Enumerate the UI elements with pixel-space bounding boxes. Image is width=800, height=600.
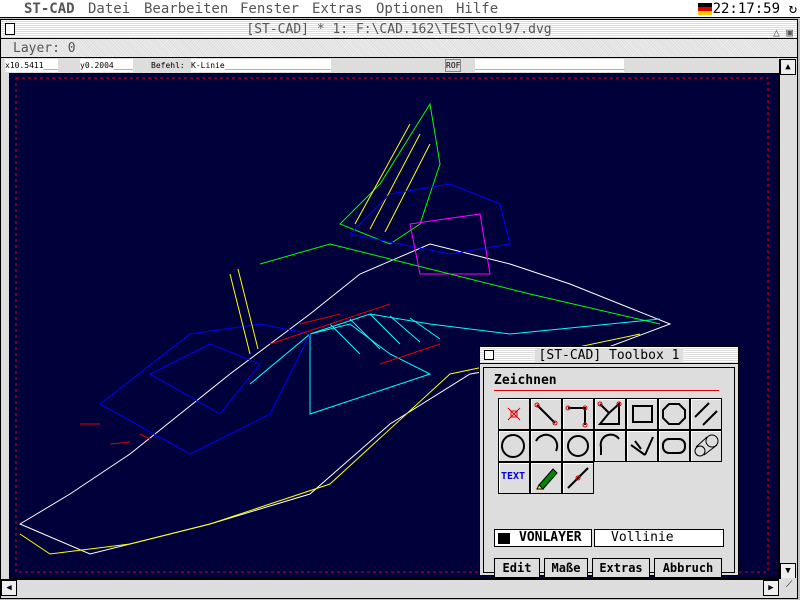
scroll-down-button[interactable]: ▼ [780,563,796,579]
tool-text[interactable]: TEXT [498,462,530,494]
section-divider [494,390,719,391]
menu-hilfe[interactable]: Hilfe [456,0,498,18]
color-value: VONLAYER [519,530,582,545]
masse-button[interactable]: Maße [544,558,588,578]
scroll-left-button[interactable]: ◀ [1,580,17,596]
tool-polygon-lines[interactable] [594,398,626,430]
tool-polyline[interactable] [562,398,594,430]
scroll-up-button[interactable]: ▲ [780,59,796,75]
tool-polygon[interactable] [658,398,690,430]
toolbox-titlebar[interactable]: [ST-CAD] Toolbox 1 [480,347,738,364]
fullsize-icon[interactable]: △ ▣ [773,23,793,42]
menu-datei[interactable]: Datei [88,0,130,18]
window-titlebar[interactable]: [ST-CAD] * 1: F:\CAD.162\TEST\col97.dvg … [1,20,797,39]
color-swatch [498,533,510,544]
text-tool-label: TEXT [501,471,525,482]
status-field[interactable]: _______________________________ [475,59,624,72]
clock: 22:17:59 [713,0,780,18]
line-properties: VONLAYER Vollinie [494,529,724,547]
tool-arc[interactable] [530,430,562,462]
tool-tangent[interactable] [626,430,658,462]
color-selector[interactable]: VONLAYER [494,529,592,547]
abbruch-button[interactable]: Abbruch [654,558,722,578]
close-box[interactable] [5,23,15,35]
toolbox-close-box[interactable] [484,350,494,360]
tool-circle[interactable] [498,430,530,462]
tool-line[interactable] [530,398,562,430]
tool-rounded-rectangle[interactable] [658,430,690,462]
command-label: Befehl: [151,59,185,72]
tool-rectangle[interactable] [626,398,658,430]
edit-button[interactable]: Edit [494,558,540,578]
menu-extras[interactable]: Extras [312,0,363,18]
linetype-selector[interactable]: Vollinie [594,529,724,547]
flag-icon[interactable] [698,3,712,15]
tool-point[interactable] [498,398,530,430]
vertical-scrollbar[interactable]: ▲ ▼ [779,59,797,579]
layer-label: Layer: 0 [1,39,797,58]
status-line: x10.5411___ y0.2004____ Befehl: K-Linie_… [5,59,765,72]
tool-grid: TEXT [498,398,722,494]
window-title: [ST-CAD] * 1: F:\CAD.162\TEST\col97.dvg [246,22,551,37]
extras-button[interactable]: Extras [592,558,650,578]
menu-app[interactable]: ST-CAD [24,0,75,18]
linetype-value: Vollinie [611,530,674,545]
scroll-right-button[interactable]: ▶ [763,580,779,596]
toolbox-window: [ST-CAD] Toolbox 1 Zeichnen TEXT VONLAYE… [479,346,739,576]
tool-belt-tangent[interactable] [690,430,722,462]
sync-icon[interactable]: ↻ [789,0,797,18]
horizontal-scrollbar[interactable]: ◀ ▶ [1,579,779,597]
tool-freehand[interactable] [530,462,562,494]
resize-grip-icon[interactable]: ⟋ [781,578,797,594]
toolbox-title: [ST-CAD] Toolbox 1 [535,348,684,363]
menubar: ST-CAD Datei Bearbeiten Fenster Extras O… [0,0,800,18]
rof-button[interactable]: ROF [445,59,461,72]
command-input[interactable]: K-Linie______________________ [191,59,331,72]
tool-arc-3-points[interactable] [594,430,626,462]
y-coord: y0.2004____ [80,59,133,72]
tool-circle-3-points[interactable] [562,430,594,462]
menu-optionen[interactable]: Optionen [376,0,443,18]
section-title: Zeichnen [494,373,557,388]
toolbox-panel: Zeichnen TEXT VONLAYER Vollinie Edit [483,367,735,573]
x-coord: x10.5411___ [5,59,58,72]
menu-bearbeiten[interactable]: Bearbeiten [144,0,228,18]
tool-dimension-line[interactable] [562,462,594,494]
tool-parallel-line[interactable] [690,398,722,430]
menu-fenster[interactable]: Fenster [240,0,299,18]
